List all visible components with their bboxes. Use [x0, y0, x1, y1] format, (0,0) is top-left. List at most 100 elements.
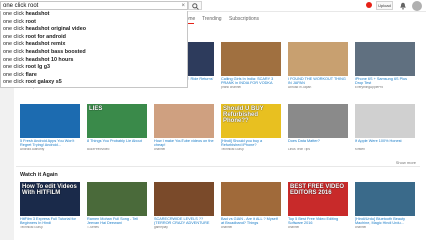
video-thumbnail[interactable]: [87, 182, 147, 216]
video-channel[interactable]: EverythingApplePro: [355, 86, 415, 90]
video-channel[interactable]: BuzzFeedVideo: [87, 148, 147, 152]
video-channel[interactable]: channel: [221, 226, 281, 230]
video-card[interactable]: Does Data Matter? Linus Tech Tips: [288, 104, 348, 151]
video-thumbnail[interactable]: [154, 182, 214, 216]
suggestion-item[interactable]: one click headshot: [1, 11, 187, 19]
video-title[interactable]: Does Data Matter?: [288, 139, 348, 148]
video-channel[interactable]: Technical Guruji: [221, 148, 281, 152]
video-title[interactable]: Calling Girls In India: SCARY 3 PRANK in…: [221, 77, 281, 86]
video-card[interactable]: Ramen Mohan Full Song - Tell Jeevan Hai …: [87, 182, 147, 229]
video-channel[interactable]: Technical Guruji: [20, 226, 80, 230]
video-thumbnail[interactable]: [154, 104, 214, 138]
video-title[interactable]: [Hindi/Urdu] Bluetooth Beauty Machine, M…: [355, 217, 415, 226]
suggestion-prefix: one click: [3, 71, 26, 78]
suggestion-item[interactable]: one click headshot remix: [1, 41, 187, 49]
search-query: one click root: [3, 3, 39, 9]
video-card[interactable]: Should U BUY Refurbished Phone?? [Hindi] …: [221, 104, 281, 151]
video-channel[interactable]: Android Authority: [20, 148, 80, 152]
video-thumbnail[interactable]: [20, 104, 80, 138]
upload-button[interactable]: Upload: [376, 1, 393, 10]
suggestion-item[interactable]: one click flare: [1, 72, 187, 80]
suggestion-prefix: one click: [3, 56, 26, 63]
video-channel[interactable]: Linus Tech Tips: [288, 148, 348, 152]
suggestion-completion: root galaxy s5: [25, 79, 62, 86]
video-card[interactable]: 5 Fresh Android Apps You Won't Regret Tr…: [20, 104, 80, 151]
video-channel[interactable]: T-Series: [87, 226, 147, 230]
video-channel[interactable]: Abroad in Japan: [288, 86, 348, 90]
suggestion-completion: flare: [25, 71, 37, 78]
avatar[interactable]: [412, 1, 422, 11]
video-thumbnail[interactable]: How To edit Videos With HITFILM: [20, 182, 80, 216]
suggestion-prefix: one click: [3, 33, 26, 40]
video-thumbnail[interactable]: [221, 182, 281, 216]
video-thumbnail[interactable]: [355, 42, 415, 76]
suggestion-item[interactable]: one click root: [1, 19, 187, 27]
suggestion-item[interactable]: one click headshot 10 hours: [1, 57, 187, 65]
notification-dot: [366, 2, 372, 8]
video-thumbnail[interactable]: BEST FREE VIDEO EDITORS 2016: [288, 182, 348, 216]
suggestion-completion: root for android: [25, 33, 66, 40]
video-card[interactable]: How To edit Videos With HITFILM HitFilm 3…: [20, 182, 80, 229]
video-thumbnail[interactable]: [221, 42, 281, 76]
video-card[interactable]: LIES 8 Things You Probably Lie About BuzzF…: [87, 104, 147, 151]
video-card[interactable]: If Apple Were 100% Honest Kirsten: [355, 104, 415, 151]
video-title[interactable]: [Hindi] Should you buy a Refurbished iPh…: [221, 139, 281, 148]
thumbnail-caption: BEST FREE VIDEO EDITORS 2016: [290, 184, 345, 196]
suggestion-completion: headshot 10 hours: [25, 56, 74, 63]
clear-icon[interactable]: ×: [181, 2, 185, 10]
video-card[interactable]: How I make YouTube videos on the cheap! c…: [154, 104, 214, 151]
show-more-link[interactable]: Show more: [396, 160, 416, 165]
suggestion-completion: headshot remix: [25, 41, 66, 48]
bell-icon[interactable]: [399, 2, 407, 10]
video-title[interactable]: Top 5 Best Free Video Editing Software 2…: [288, 217, 348, 226]
suggestion-completion: root lg g3: [25, 64, 51, 71]
video-card[interactable]: BEST FREE VIDEO EDITORS 2016 Top 5 Best F…: [288, 182, 348, 229]
video-card[interactable]: Bad vs GIAN - Are it ALL ? Myself at Bro…: [221, 182, 281, 229]
suggestion-prefix: one click: [3, 41, 26, 48]
suggestion-prefix: one click: [3, 48, 26, 55]
video-thumbnail[interactable]: [288, 42, 348, 76]
suggestion-completion: headshot: [25, 11, 50, 17]
thumbnail-caption: LIES: [89, 106, 103, 112]
video-card[interactable]: Calling Girls In India: SCARY 3 PRANK in…: [221, 42, 281, 89]
watch-again-title: Watch it Again: [20, 172, 58, 178]
video-card[interactable]: iPhone 6S + Samsung 6S Plus Drop Test Eve…: [355, 42, 415, 89]
video-thumbnail[interactable]: [355, 182, 415, 216]
suggestion-completion: root: [25, 18, 36, 25]
video-thumbnail[interactable]: LIES: [87, 104, 147, 138]
video-title[interactable]: I FOUND THE WORKOUT THING IN JAPAN: [288, 77, 348, 86]
video-title[interactable]: 5 Fresh Android Apps You Won't Regret Tr…: [20, 139, 80, 148]
video-title[interactable]: 8 Things You Probably Lie About: [87, 139, 147, 148]
video-title[interactable]: SCARECRWIDE LEVELS ?? (TERROR CRAZY ADVE…: [154, 217, 214, 226]
search-input[interactable]: one click root ×: [0, 1, 188, 10]
video-channel[interactable]: gameplay: [154, 226, 214, 230]
video-channel[interactable]: Kirsten: [355, 148, 415, 152]
video-title[interactable]: Ramen Mohan Full Song - Tell Jeevan Hai …: [87, 217, 147, 226]
video-card[interactable]: SCARECRWIDE LEVELS ?? (TERROR CRAZY ADVE…: [154, 182, 214, 229]
suggestion-completion: headshot original video: [25, 26, 86, 33]
suggestion-prefix: one click: [3, 64, 26, 71]
tab-trending[interactable]: Trending: [202, 16, 222, 22]
video-card[interactable]: I FOUND THE WORKOUT THING IN JAPAN Abroad…: [288, 42, 348, 89]
video-title[interactable]: iPhone 6S + Samsung 6S Plus Drop Test: [355, 77, 415, 86]
video-channel[interactable]: channel: [288, 226, 348, 230]
video-channel[interactable]: prank channel: [221, 86, 281, 90]
video-title[interactable]: Bad vs GIAN - Are it ALL ? Myself at Bro…: [221, 217, 281, 226]
search-suggestions: one click headshot one click root one clic…: [0, 11, 188, 88]
video-title[interactable]: If Apple Were 100% Honest: [355, 139, 415, 148]
tab-subscriptions[interactable]: Subscriptions: [229, 16, 259, 22]
video-thumbnail[interactable]: [288, 104, 348, 138]
suggestion-item[interactable]: one click headshot original video: [1, 26, 187, 34]
video-thumbnail[interactable]: [355, 104, 415, 138]
video-channel[interactable]: channel: [355, 226, 415, 230]
video-card[interactable]: [Hindi/Urdu] Bluetooth Beauty Machine, M…: [355, 182, 415, 229]
suggestion-item[interactable]: one click headshot bass boosted: [1, 49, 187, 57]
video-thumbnail[interactable]: Should U BUY Refurbished Phone??: [221, 104, 281, 138]
video-title[interactable]: HitFilm 3 Express Full Tutorial for Begi…: [20, 217, 80, 226]
video-channel[interactable]: channel: [154, 148, 214, 152]
search-button[interactable]: [188, 1, 202, 10]
suggestion-item[interactable]: one click root galaxy s5: [1, 79, 187, 87]
suggestion-item[interactable]: one click root lg g3: [1, 64, 187, 72]
video-title[interactable]: How I make YouTube videos on the cheap!: [154, 139, 214, 148]
suggestion-item[interactable]: one click root for android: [1, 34, 187, 42]
